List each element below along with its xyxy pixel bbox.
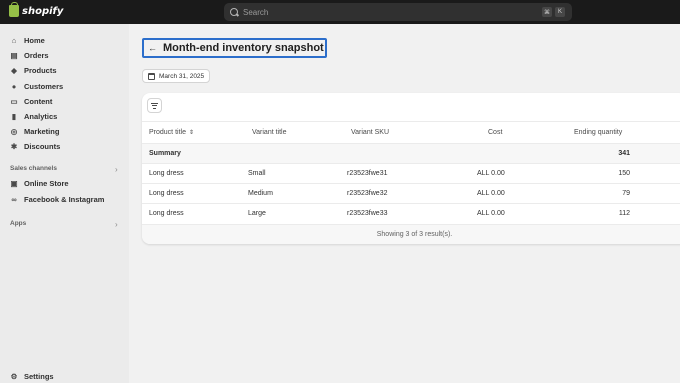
column-header-variant-sku: Variant SKU: [351, 129, 389, 136]
sidebar-item-online-store[interactable]: ▣ Online Store: [10, 179, 69, 188]
table-row[interactable]: Long dress Medium r23523fwe32 ALL 0.00 7…: [142, 183, 680, 203]
home-icon: ⌂: [11, 36, 17, 45]
sidebar-item-label: Analytics: [24, 112, 58, 121]
column-header-cost: Cost: [488, 129, 503, 136]
discount-icon: ✱: [10, 142, 18, 151]
date-picker-button[interactable]: March 31, 2025: [142, 69, 211, 83]
variant-title-cell: Medium: [248, 190, 273, 197]
column-header-variant-title: Variant title: [252, 129, 287, 136]
k-key-icon: K: [555, 7, 565, 17]
sidebar-item-customers[interactable]: ● Customers: [10, 82, 63, 91]
orders-icon: ▤: [10, 51, 18, 60]
cost-cell: ALL 0.00: [477, 170, 505, 177]
target-icon: ◎: [10, 127, 18, 136]
sidebar-item-marketing[interactable]: ◎ Marketing: [10, 127, 60, 136]
variant-sku-cell: r23523fwe31: [347, 170, 388, 177]
sidebar-item-analytics[interactable]: ▮ Analytics: [10, 112, 57, 121]
sort-icon: ⇕: [188, 130, 194, 136]
summary-label: Summary: [149, 150, 181, 157]
summary-row: Summary 341: [142, 143, 680, 163]
cost-cell: ALL 0.00: [477, 210, 505, 217]
sidebar: ⌂ Home ▤ Orders ◆ Products ● Customers ▭…: [0, 24, 129, 383]
cost-cell: ALL 0.00: [477, 190, 505, 197]
sidebar-item-label: Marketing: [24, 127, 60, 136]
search-placeholder: Search: [243, 7, 269, 17]
sidebar-item-home[interactable]: ⌂ Home: [10, 36, 45, 45]
top-bar: shopify Search ⌘ K: [0, 0, 680, 24]
sidebar-item-orders[interactable]: ▤ Orders: [10, 51, 49, 60]
store-icon: ▣: [10, 179, 18, 188]
page-header: ← Month-end inventory snapshot: [142, 38, 327, 58]
table-row[interactable]: Long dress Small r23523fwe31 ALL 0.00 15…: [142, 163, 680, 183]
sidebar-item-label: Orders: [24, 51, 49, 60]
variant-sku-cell: r23523fwe32: [347, 190, 388, 197]
back-arrow-icon[interactable]: ←: [148, 43, 157, 53]
variant-sku-cell: r23523fwe33: [347, 210, 388, 217]
content-icon: ▭: [10, 97, 18, 106]
shopify-logo[interactable]: shopify: [9, 2, 64, 17]
sales-channels-label: Sales channels: [10, 165, 57, 172]
sidebar-item-label: Facebook & Instagram: [24, 195, 105, 204]
search-bar[interactable]: Search ⌘ K: [224, 3, 572, 21]
sidebar-item-label: Discounts: [24, 142, 61, 151]
table-header: Product title ⇕ Variant title Variant SK…: [142, 121, 680, 143]
chart-icon: ▮: [11, 112, 17, 121]
logo-text: shopify: [22, 5, 64, 17]
product-title-cell: Long dress: [149, 170, 184, 177]
command-key-icon: ⌘: [542, 7, 552, 17]
column-header-ending-quantity: Ending quantity: [574, 129, 623, 136]
sidebar-item-settings[interactable]: ⚙ Settings: [10, 372, 54, 381]
person-icon: ●: [11, 82, 17, 91]
filter-icon-line: [153, 107, 156, 109]
column-header-product-title[interactable]: Product title ⇕: [149, 122, 194, 143]
quantity-cell: 112: [618, 210, 630, 217]
gear-icon: ⚙: [10, 372, 18, 381]
quantity-cell: 150: [618, 170, 630, 177]
calendar-icon: [148, 72, 155, 80]
table-footer: Showing 3 of 3 result(s).: [142, 224, 680, 244]
sidebar-item-label: Settings: [24, 372, 54, 381]
sidebar-item-products[interactable]: ◆ Products: [10, 66, 57, 75]
apps-label: Apps: [10, 220, 27, 227]
filter-icon: [151, 102, 158, 104]
column-label: Product title: [149, 129, 186, 136]
filter-icon-line: [152, 105, 157, 106]
chevron-right-icon[interactable]: ›: [115, 220, 118, 229]
sidebar-item-discounts[interactable]: ✱ Discounts: [10, 142, 60, 151]
sidebar-item-content[interactable]: ▭ Content: [10, 97, 52, 106]
date-label: March 31, 2025: [159, 72, 205, 80]
table-row[interactable]: Long dress Large r23523fwe33 ALL 0.00 11…: [142, 203, 680, 223]
sidebar-item-label: Customers: [24, 82, 64, 91]
page-title: Month-end inventory snapshot: [163, 42, 324, 54]
chevron-right-icon[interactable]: ›: [115, 165, 118, 174]
sidebar-item-facebook-instagram[interactable]: ∞ Facebook & Instagram: [10, 195, 104, 204]
sidebar-item-label: Online Store: [24, 179, 69, 188]
product-title-cell: Long dress: [149, 190, 184, 197]
variant-title-cell: Small: [248, 170, 266, 177]
summary-quantity: 341: [618, 150, 630, 157]
sidebar-item-label: Home: [24, 36, 45, 45]
sidebar-item-label: Content: [24, 97, 53, 106]
sidebar-item-label: Products: [24, 66, 57, 75]
product-title-cell: Long dress: [149, 210, 184, 217]
shopify-bag-icon: [9, 2, 19, 17]
meta-icon: ∞: [11, 195, 17, 204]
filter-button[interactable]: [147, 98, 162, 113]
quantity-cell: 79: [622, 190, 630, 197]
inventory-table-card: Product title ⇕ Variant title Variant SK…: [142, 93, 680, 244]
tag-icon: ◆: [11, 66, 17, 75]
variant-title-cell: Large: [248, 210, 266, 217]
search-icon: [230, 8, 238, 16]
